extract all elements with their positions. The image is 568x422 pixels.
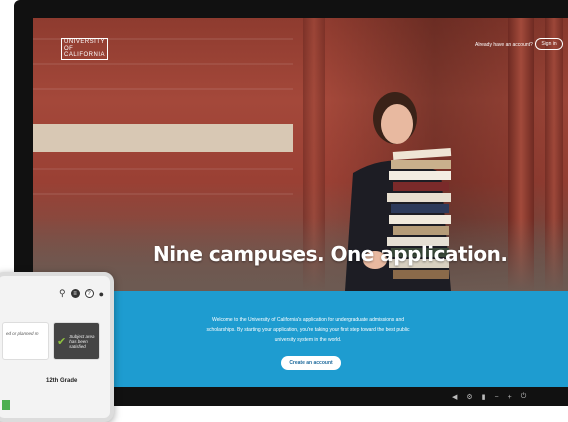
tablet-toolbar: ⚲ ≡ ? ● xyxy=(59,288,104,299)
uc-logo[interactable]: UNIVERSITY OF CALIFORNIA xyxy=(61,38,109,60)
hero-headline: Nine campuses. One application. xyxy=(153,242,508,266)
minus-icon[interactable]: − xyxy=(495,394,499,401)
tablet-card-right: ✔ Subject area has been satisfied xyxy=(53,322,100,360)
grade-label: 12th Grade xyxy=(46,378,78,384)
green-tab[interactable] xyxy=(2,400,10,410)
tablet-status-row: ed or planned m ✔ Subject area has been … xyxy=(2,322,100,360)
logo-line-1: UNIVERSITY xyxy=(64,39,106,45)
subject-satisfied-text: Subject area has been satisfied xyxy=(69,333,95,349)
monitor-controls: ◀ ⚙ ▮ − + ⏻ xyxy=(452,390,562,404)
settings-icon[interactable]: ⚙ xyxy=(466,393,472,401)
sign-in-button[interactable]: Sign in xyxy=(535,38,563,50)
plus-icon[interactable]: + xyxy=(508,394,512,401)
logo-line-3: CALIFORNIA xyxy=(64,52,106,58)
create-account-button[interactable]: Create an account xyxy=(281,356,341,370)
welcome-text: Welcome to the University of California'… xyxy=(206,317,410,343)
list-icon[interactable]: ≡ xyxy=(70,289,80,298)
tablet-overlay: ⚲ ≡ ? ● ed or planned m ✔ Subject area h… xyxy=(0,272,114,422)
account-prompt: Already have an account? xyxy=(475,42,533,48)
wall-band xyxy=(33,124,293,152)
user-icon[interactable]: ● xyxy=(99,289,104,299)
tablet-card-left: ed or planned m xyxy=(2,322,49,360)
check-icon: ✔ xyxy=(57,335,67,348)
search-icon[interactable]: ⚲ xyxy=(59,288,66,299)
power-icon[interactable]: ⏻ xyxy=(521,393,527,401)
help-icon[interactable]: ? xyxy=(84,289,94,298)
speaker-icon[interactable]: ◀ xyxy=(452,393,457,401)
trash-icon[interactable]: ▮ xyxy=(482,393,486,401)
